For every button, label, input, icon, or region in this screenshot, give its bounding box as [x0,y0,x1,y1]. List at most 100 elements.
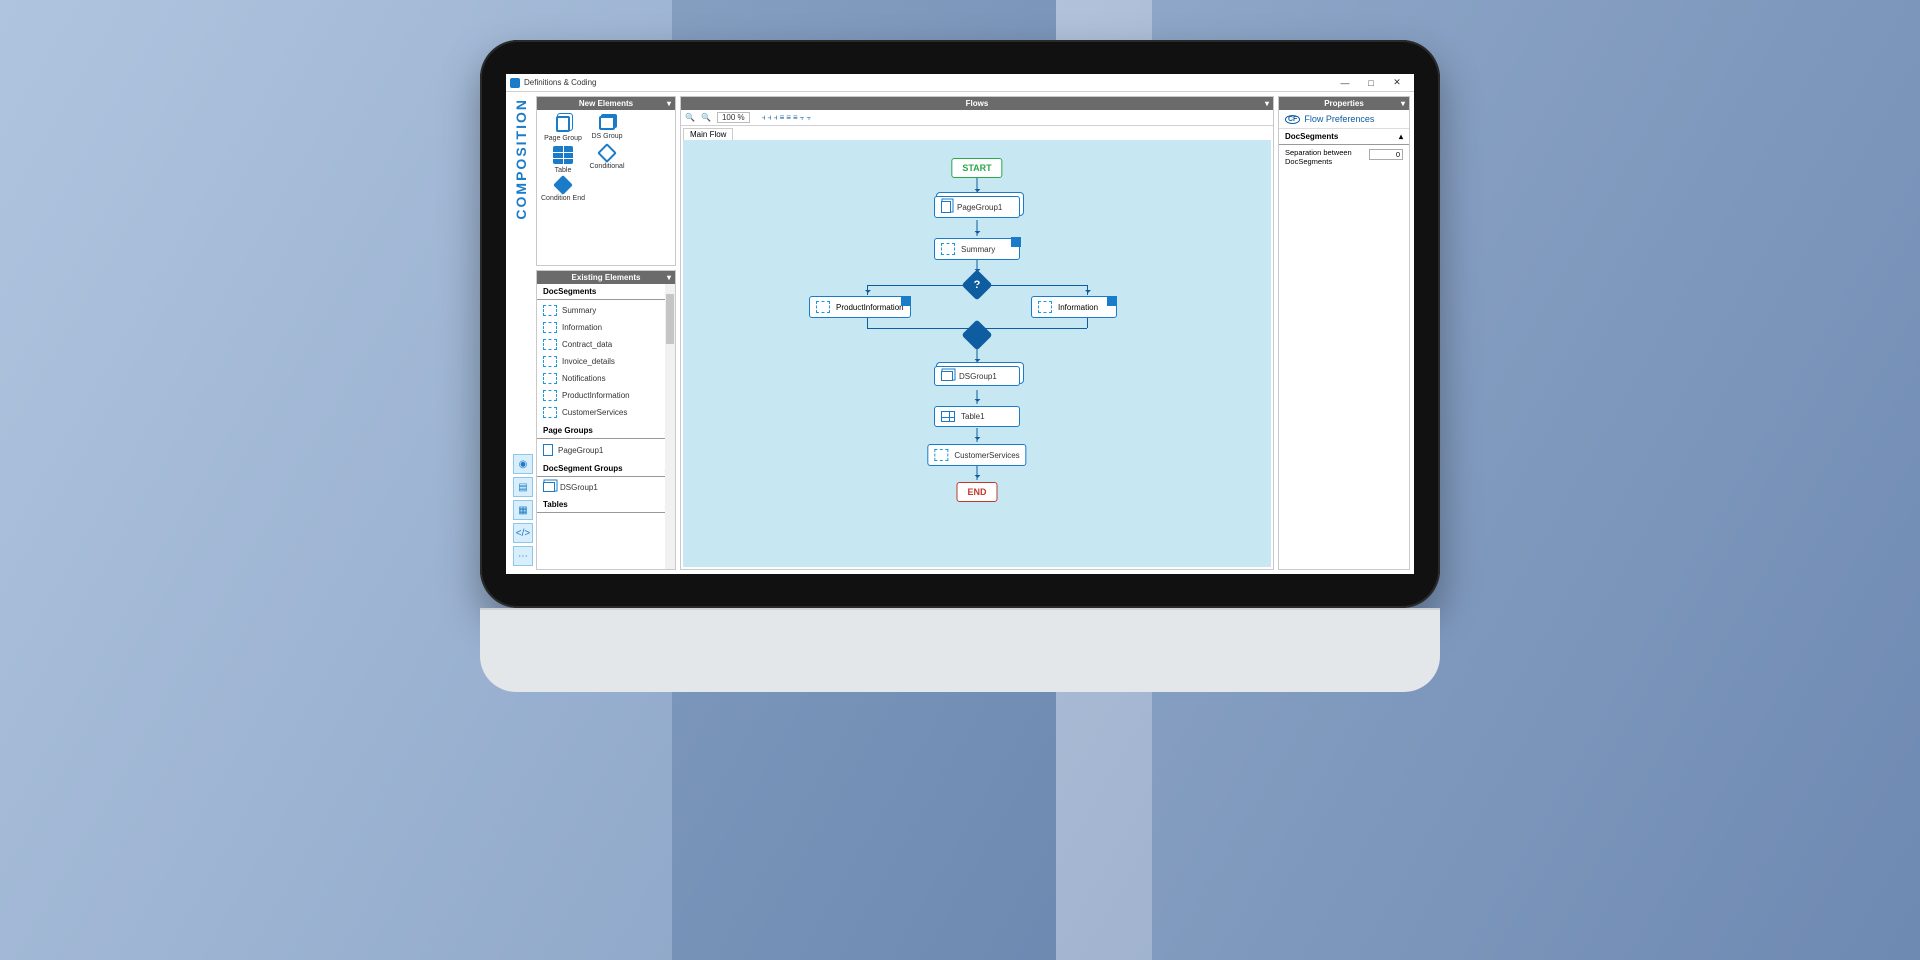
new-elements-title: New Elements [579,99,633,108]
new-element-ds-group[interactable]: DS Group [585,116,629,142]
connector [977,428,978,442]
minimize-button[interactable]: — [1332,78,1358,88]
window-titlebar: Definitions & Coding — □ ✕ [506,74,1414,92]
collapse-icon: ▾ [1401,99,1405,108]
node-end[interactable]: END [956,482,997,502]
new-element-conditional[interactable]: Conditional [585,146,629,174]
new-element-label: Page Group [544,135,582,142]
existing-item-summary[interactable]: Summary [537,302,675,319]
section-dsgroups[interactable]: DocSegment Groups▴ [537,461,675,477]
node-summary[interactable]: Summary [934,238,1020,260]
node-pagegroup1[interactable]: PageGroup1 [934,196,1020,218]
existing-item-label: DSGroup1 [560,483,598,492]
toolrail-button-4[interactable]: </> [513,523,533,543]
flow-preferences-row: CF Flow Preferences [1279,110,1409,129]
connector [867,285,868,295]
existing-item-label: Contract_data [562,340,612,349]
toolrail-button-2[interactable]: ▤ [513,477,533,497]
toolrail-button-3[interactable]: ▦ [513,500,533,520]
node-table1[interactable]: Table1 [934,406,1020,427]
window-title: Definitions & Coding [524,78,596,87]
connector [1087,285,1088,295]
maximize-button[interactable]: □ [1358,78,1384,88]
node-information[interactable]: Information [1031,296,1117,318]
flows-toolbar: 🔍 🔍 100 % ⫞⫞⫞≡≡≡⫟⫟ [681,110,1273,126]
connector [977,178,978,194]
node-label: PageGroup1 [957,203,1002,212]
properties-section-docsegments[interactable]: DocSegments ▴ [1279,129,1409,145]
connector [867,318,868,328]
collapse-icon: ▾ [667,273,671,282]
flow-tab-main[interactable]: Main Flow [683,128,733,140]
existing-elements-title: Existing Elements [572,273,641,282]
new-element-label: Conditional [589,163,624,170]
docsegment-icon [543,322,557,333]
section-label: DocSegment Groups [543,464,623,473]
existing-item-productinformation[interactable]: ProductInformation [537,387,675,404]
flow-pref-label: Flow Preferences [1304,114,1374,124]
table-icon [553,146,573,164]
settings-badge-icon[interactable] [901,296,911,306]
conditional-icon [597,143,617,163]
close-button[interactable]: ✕ [1384,77,1410,88]
flows-header[interactable]: Flows ▾ [681,97,1273,110]
section-tables[interactable]: Tables▴ [537,497,675,513]
existing-item-information[interactable]: Information [537,319,675,336]
existing-item-label: ProductInformation [562,391,630,400]
settings-badge-icon[interactable] [1107,296,1117,306]
node-productinformation[interactable]: ProductInformation [809,296,911,318]
flow-canvas[interactable]: START PageGroup1 Summary ? [683,140,1271,567]
toolrail-button-5[interactable]: ⋯ [513,546,533,566]
table-icon [941,411,955,422]
chevron-up-icon: ▴ [1399,132,1403,141]
app-icon [510,78,520,88]
connector [977,285,1087,286]
section-label: Page Groups [543,426,593,435]
properties-header[interactable]: Properties ▾ [1279,97,1409,110]
existing-elements-header[interactable]: Existing Elements ▾ [537,271,675,284]
alignment-tools[interactable]: ⫞⫞⫞≡≡≡⫟⫟ [762,113,814,123]
zoom-in-icon[interactable]: 🔍 [685,113,695,122]
new-elements-header[interactable]: New Elements ▾ [537,97,675,110]
existing-item-contract-data[interactable]: Contract_data [537,336,675,353]
scrollbar[interactable] [665,284,675,569]
toolrail-button-1[interactable]: ◉ [513,454,533,474]
separation-input[interactable] [1369,149,1403,160]
existing-item-customerservices[interactable]: CustomerServices [537,404,675,421]
new-element-table[interactable]: Table [541,146,585,174]
docsegment-icon [941,243,955,255]
new-element-page-group[interactable]: Page Group [541,116,585,142]
node-start[interactable]: START [951,158,1002,178]
monitor-frame: Definitions & Coding — □ ✕ COMPOSITION ◉… [480,40,1440,692]
existing-item-label: CustomerServices [562,408,627,417]
node-label: Table1 [961,412,985,421]
node-label: CustomerServices [954,451,1019,460]
docsegment-icon [934,449,948,461]
new-element-condition-end[interactable]: Condition End [541,178,585,202]
section-pagegroups[interactable]: Page Groups▴ [537,423,675,439]
existing-item-notifications[interactable]: Notifications [537,370,675,387]
collapse-icon: ▾ [1265,99,1269,108]
existing-item-pagegroup1[interactable]: PageGroup1 [537,441,675,459]
node-dsgroup1[interactable]: DSGroup1 [934,366,1020,386]
section-docsegments[interactable]: DocSegments▴ [537,284,675,300]
scrollbar-thumb[interactable] [666,294,674,344]
zoom-out-icon[interactable]: 🔍 [701,113,711,122]
existing-item-dsgroup1[interactable]: DSGroup1 [537,479,675,495]
tool-rail: ◉ ▤ ▦ </> ⋯ [513,454,533,566]
existing-item-invoice-details[interactable]: Invoice_details [537,353,675,370]
docsegment-icon [543,305,557,316]
existing-elements-body: DocSegments▴ Summary Information Contrac… [537,284,675,569]
collapse-icon: ▾ [667,99,671,108]
composition-label: COMPOSITION [513,96,529,222]
section-label: Tables [543,500,568,509]
docsegment-icon [543,356,557,367]
app-screen: Definitions & Coding — □ ✕ COMPOSITION ◉… [506,74,1414,574]
settings-badge-icon[interactable] [1011,237,1021,247]
new-element-label: Condition End [541,195,585,202]
new-element-label: Table [555,167,572,174]
zoom-level[interactable]: 100 % [717,112,750,123]
node-label: Summary [961,245,995,254]
properties-title: Properties [1324,99,1364,108]
node-customerservices[interactable]: CustomerServices [927,444,1026,466]
